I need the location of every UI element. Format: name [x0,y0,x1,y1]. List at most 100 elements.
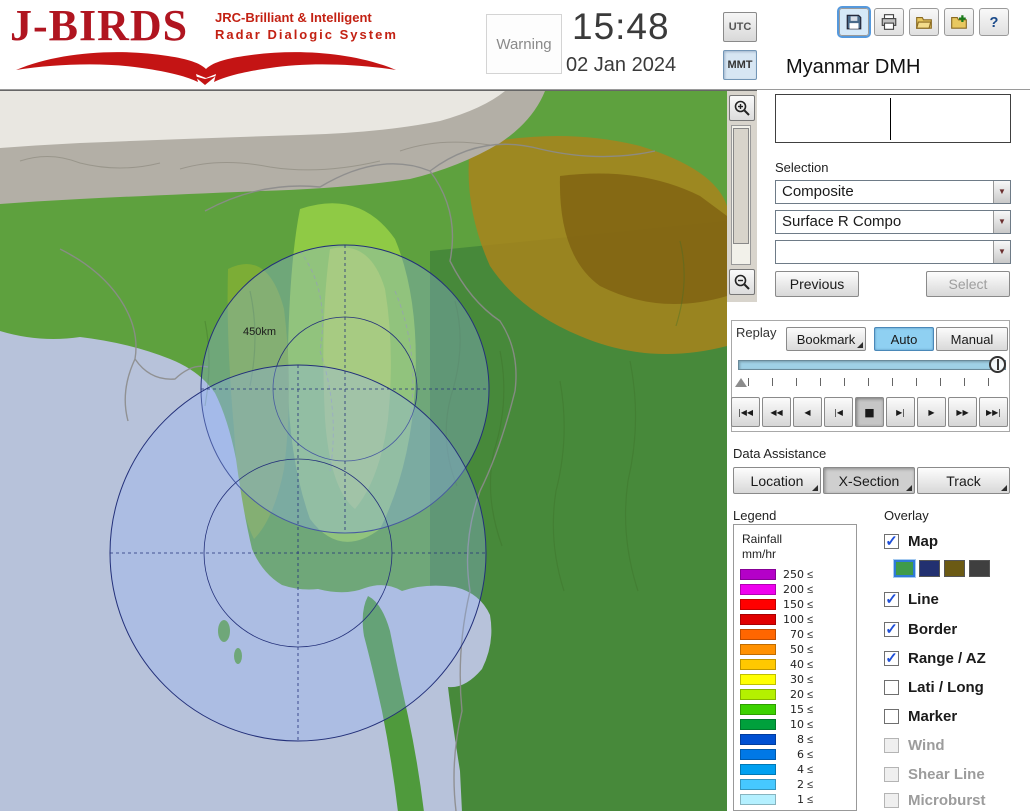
overlay-item-line[interactable]: ✓ Line [884,591,939,608]
unchecked-checkbox [884,738,899,753]
data-assistance-label: Data Assistance [733,446,827,461]
chevron-down-icon[interactable]: ▼ [993,241,1010,263]
last-button[interactable]: ▶▶| [979,397,1008,427]
composite-dropdown[interactable]: Composite ▼ [775,180,1011,204]
chevron-down-icon[interactable]: ▼ [993,181,1010,203]
map-color-swatch-selected[interactable] [894,560,915,577]
replay-timeline-slider[interactable] [738,360,1006,370]
status-list-box[interactable] [775,94,1011,143]
map-color-swatch[interactable] [919,560,940,577]
legend-value: 8 [797,733,804,746]
legend-color-swatch [740,794,776,805]
legend-value: 70 [790,628,804,641]
clock-time: 15:48 [572,6,670,47]
overlay-item-lati-long[interactable]: Lati / Long [884,679,984,696]
list-divider [890,98,891,140]
legend-color-swatch [740,674,776,685]
legend-row: 6 ≤ [734,747,856,762]
overlay-item-map[interactable]: ✓ Map [884,533,938,550]
auto-button[interactable]: Auto [874,327,934,351]
checked-checkbox[interactable]: ✓ [884,534,899,549]
overlay-item-border[interactable]: ✓ Border [884,621,957,638]
legend-color-swatch [740,599,776,610]
x-section-button[interactable]: X-Section [823,467,915,494]
legend-color-swatch [740,569,776,580]
selection-label: Selection [775,160,829,175]
overlay-item-marker[interactable]: Marker [884,708,957,725]
overlay-item-label: Wind [908,737,945,754]
legend-value: 1 [797,793,804,806]
logo-tagline-1: JRC-Brilliant & Intelligent [215,10,372,25]
legend-row: 2 ≤ [734,777,856,792]
map-color-swatch[interactable] [969,560,990,577]
legend-unit-line2: mm/hr [742,547,776,561]
overlay-item-label: Line [908,591,939,608]
legend-color-swatch [740,704,776,715]
warning-button[interactable]: Warning [486,14,562,74]
map-color-swatch[interactable] [944,560,965,577]
utc-button[interactable]: UTC [723,12,757,42]
save-button[interactable] [837,6,871,38]
legend-color-swatch [740,689,776,700]
legend-suffix: ≤ [807,613,814,626]
previous-button[interactable]: Previous [775,271,859,297]
step-forward-button[interactable]: ▶| [886,397,915,427]
rewind-button[interactable]: ◀◀ [762,397,791,427]
printer-icon [881,14,897,30]
legend-suffix: ≤ [807,583,814,596]
legend-color-swatch [740,749,776,760]
scrollbar-thumb[interactable] [733,128,749,244]
manual-button[interactable]: Manual [936,327,1008,351]
folder-plus-icon [951,15,967,29]
radar-map[interactable]: 450km [0,90,727,811]
legend-value: 150 [783,598,804,611]
legend-suffix: ≤ [807,643,814,656]
floppy-icon [846,14,862,30]
range-ring-label: 450km [243,326,276,338]
play-reverse-button[interactable]: ◀ [793,397,822,427]
legend-unit-line1: Rainfall [742,532,783,546]
option-dropdown[interactable]: ▼ [775,240,1011,264]
product-dropdown[interactable]: Surface R Compo ▼ [775,210,1011,234]
map-scrollbar[interactable] [731,125,751,265]
legend-row: 50 ≤ [734,642,856,657]
zoom-out-button[interactable] [729,269,755,295]
legend-value: 10 [790,718,804,731]
play-button[interactable]: ▶ [917,397,946,427]
export-button[interactable] [944,8,974,36]
print-button[interactable] [874,8,904,36]
app-logo: J-BIRDS [10,1,189,50]
map-color-swatches [894,560,990,577]
unchecked-checkbox[interactable] [884,680,899,695]
dropdown-value: Composite [782,183,854,200]
legend-row: 15 ≤ [734,702,856,717]
mmt-button[interactable]: MMT [723,50,757,80]
legend-suffix: ≤ [807,673,814,686]
chevron-down-icon[interactable]: ▼ [993,211,1010,233]
stop-button[interactable]: ■ [855,397,884,427]
location-button[interactable]: Location [733,467,821,494]
fast-forward-button[interactable]: ▶▶ [948,397,977,427]
bookmark-button[interactable]: Bookmark [786,327,866,351]
help-button[interactable]: ? [979,8,1009,36]
legend-suffix: ≤ [807,703,814,716]
checked-checkbox[interactable]: ✓ [884,592,899,607]
track-button[interactable]: Track [917,467,1010,494]
legend-row: 100 ≤ [734,612,856,627]
legend-value: 100 [783,613,804,626]
checked-checkbox[interactable]: ✓ [884,622,899,637]
legend-color-swatch [740,614,776,625]
legend-row: 20 ≤ [734,687,856,702]
zoom-in-button[interactable] [729,95,755,121]
timeline-thumb[interactable] [989,356,1006,373]
legend-suffix: ≤ [807,733,814,746]
unchecked-checkbox[interactable] [884,709,899,724]
legend-value: 250 [783,568,804,581]
step-back-button[interactable]: |◀ [824,397,853,427]
timeline-ticks [748,378,1006,386]
overlay-item-range-az[interactable]: ✓ Range / AZ [884,650,986,667]
open-folder-button[interactable] [909,8,939,36]
checked-checkbox[interactable]: ✓ [884,651,899,666]
logo-tagline-2: Radar Dialogic System [215,27,398,42]
first-button[interactable]: |◀◀ [731,397,760,427]
